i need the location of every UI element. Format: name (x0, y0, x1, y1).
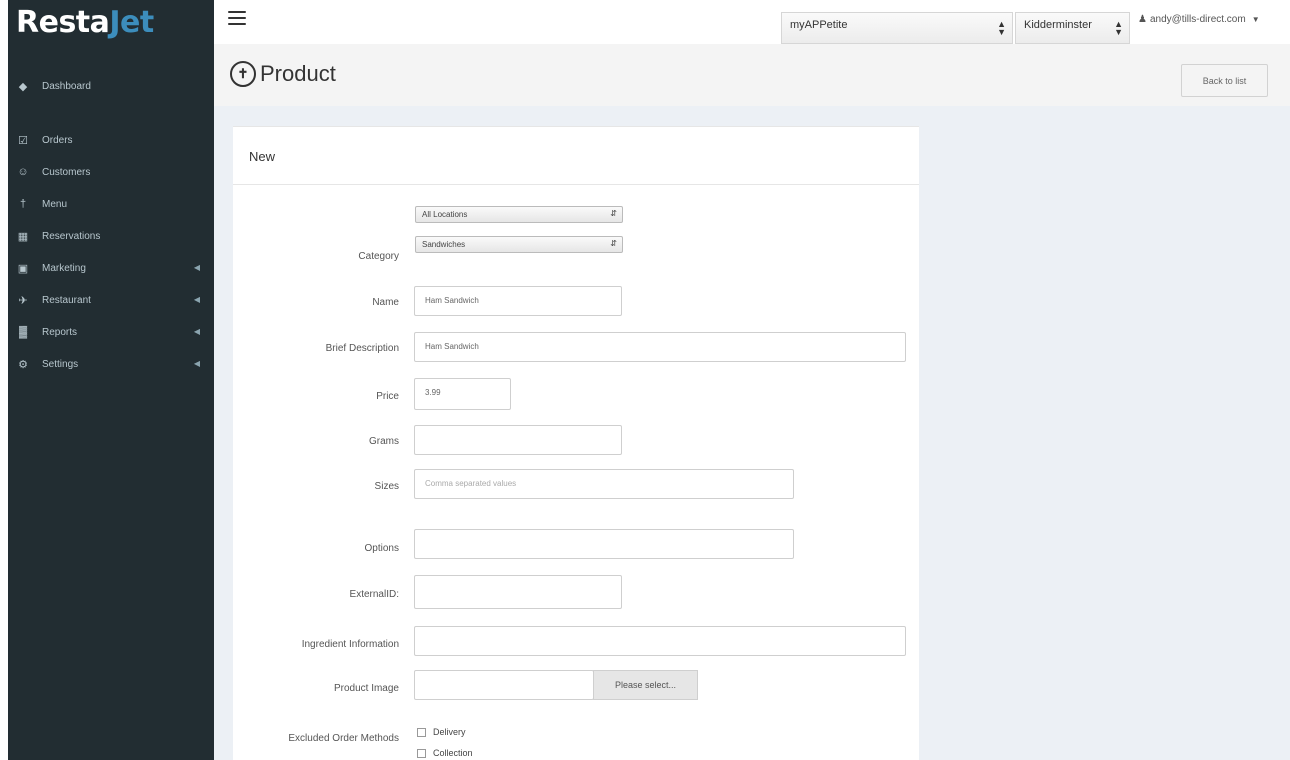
location-select[interactable]: Kidderminster ▲ ▼ (1015, 12, 1130, 44)
sidebar: Resta Jet ◆ Dashboard ☑ Orders ☺ Customer… (8, 0, 214, 760)
sidebar-item-label: Menu (42, 198, 68, 210)
ingredient-information-label: Ingredient Information (301, 639, 399, 650)
sidebar-item-label: Restaurant (42, 294, 91, 306)
collection-checkbox-row[interactable]: Collection (417, 748, 473, 758)
category-label: Category (358, 251, 399, 262)
sidebar-item-label: Reservations (42, 230, 101, 242)
location-select-value: Kidderminster (1024, 19, 1092, 31)
delivery-checkbox-row[interactable]: Delivery (417, 727, 466, 737)
delivery-checkbox-label: Delivery (433, 727, 466, 737)
back-to-list-button[interactable]: Back to list (1181, 64, 1268, 97)
delivery-checkbox[interactable] (417, 727, 426, 737)
gear-icon: ⚙ (18, 358, 28, 371)
select-arrows-icon: ⇵ (610, 209, 617, 218)
locations-select-value: All Locations (422, 210, 468, 219)
external-id-input[interactable] (414, 575, 622, 609)
top-navbar: myAPPetite ▲ ▼ Kidderminster ▲ ▼ ♟ andy@ti… (214, 0, 1290, 44)
select-arrows-icon: ⇵ (610, 239, 617, 248)
sidebar-item-orders[interactable]: ☑ Orders (8, 124, 214, 156)
content-header: ✝ Product Back to list (214, 44, 1290, 106)
sidebar-item-label: Orders (42, 134, 73, 146)
brief-description-label: Brief Description (325, 343, 399, 354)
hamburger-menu-icon[interactable] (228, 11, 246, 25)
name-input[interactable]: Ham Sandwich (414, 286, 622, 316)
external-id-label: ExternalID: (349, 589, 399, 600)
name-label: Name (372, 297, 399, 308)
dashboard-icon: ◆ (18, 80, 28, 93)
sidebar-item-menu[interactable]: † Menu (8, 188, 214, 220)
grams-input[interactable] (414, 425, 622, 455)
app-select[interactable]: myAPPetite ▲ ▼ (781, 12, 1013, 44)
product-form-box: New All Locations ⇵ Category Sandwiches … (233, 126, 919, 760)
product-image-field[interactable] (414, 670, 594, 700)
category-select-value: Sandwiches (422, 240, 466, 249)
users-icon: ☺ (17, 166, 29, 178)
sidebar-nav: ◆ Dashboard ☑ Orders ☺ Customers † Menu … (8, 70, 214, 380)
locations-select[interactable]: All Locations ⇵ (415, 206, 623, 223)
sidebar-item-dashboard[interactable]: ◆ Dashboard (8, 70, 214, 102)
shopping-cart-icon: ☑ (18, 134, 28, 147)
sidebar-item-reservations[interactable]: ▦ Reservations (8, 220, 214, 252)
sizes-label: Sizes (374, 481, 399, 492)
bar-chart-icon: ▓ (18, 326, 28, 338)
options-input[interactable] (414, 529, 794, 559)
user-menu[interactable]: ♟ andy@tills-direct.com ▼ (1138, 14, 1260, 25)
plane-icon: ✈ (18, 294, 28, 307)
category-select[interactable]: Sandwiches ⇵ (415, 236, 623, 253)
box-title: New (233, 127, 919, 185)
cutlery-icon: ✝ (230, 61, 256, 87)
please-select-button[interactable]: Please select... (593, 670, 698, 700)
calendar-icon: ▦ (17, 230, 29, 243)
user-email: andy@tills-direct.com (1149, 14, 1246, 25)
select-arrows-icon: ▲ ▼ (1114, 19, 1123, 37)
brand-logo[interactable]: Resta Jet (8, 0, 214, 44)
product-image-label: Product Image (333, 683, 399, 694)
sidebar-item-label: Settings (42, 358, 79, 370)
brand-logo-part2: Jet (109, 4, 154, 40)
page-title: ✝ Product (230, 61, 336, 87)
chevron-left-icon: ◀ (193, 327, 200, 336)
user-icon: ♟ (1138, 14, 1147, 25)
sidebar-item-reports[interactable]: ▓ Reports ◀ (8, 316, 214, 348)
brief-description-input[interactable]: Ham Sandwich (414, 332, 906, 362)
caret-down-icon: ▼ (1251, 15, 1260, 24)
price-label: Price (376, 391, 399, 402)
sidebar-item-label: Customers (42, 166, 91, 178)
sidebar-item-customers[interactable]: ☺ Customers (8, 156, 214, 188)
cutlery-icon: † (19, 198, 27, 210)
bullhorn-icon: ▣ (17, 262, 29, 275)
grams-label: Grams (369, 436, 399, 447)
collection-checkbox[interactable] (417, 748, 426, 758)
sidebar-item-label: Dashboard (42, 80, 91, 92)
ingredient-information-input[interactable] (414, 626, 906, 656)
sidebar-item-label: Marketing (42, 262, 86, 274)
chevron-left-icon: ◀ (193, 263, 200, 272)
sidebar-item-settings[interactable]: ⚙ Settings ◀ (8, 348, 214, 380)
content-area: ✝ Product Back to list New All Locations… (214, 44, 1290, 760)
chevron-left-icon: ◀ (193, 295, 200, 304)
sidebar-item-label: Reports (42, 326, 78, 338)
collection-checkbox-label: Collection (433, 748, 473, 758)
app-select-value: myAPPetite (790, 19, 848, 31)
price-input[interactable]: 3.99 (414, 378, 511, 410)
options-label: Options (364, 543, 399, 554)
sizes-input[interactable]: Comma separated values (414, 469, 794, 499)
sidebar-item-restaurant[interactable]: ✈ Restaurant ◀ (8, 284, 214, 316)
excluded-order-methods-label: Excluded Order Methods (288, 733, 399, 744)
sidebar-item-marketing[interactable]: ▣ Marketing ◀ (8, 252, 214, 284)
page-title-text: Product (260, 61, 336, 86)
select-arrows-icon: ▲ ▼ (997, 19, 1006, 37)
brand-logo-part1: Resta (16, 4, 110, 40)
chevron-left-icon: ◀ (193, 359, 200, 368)
